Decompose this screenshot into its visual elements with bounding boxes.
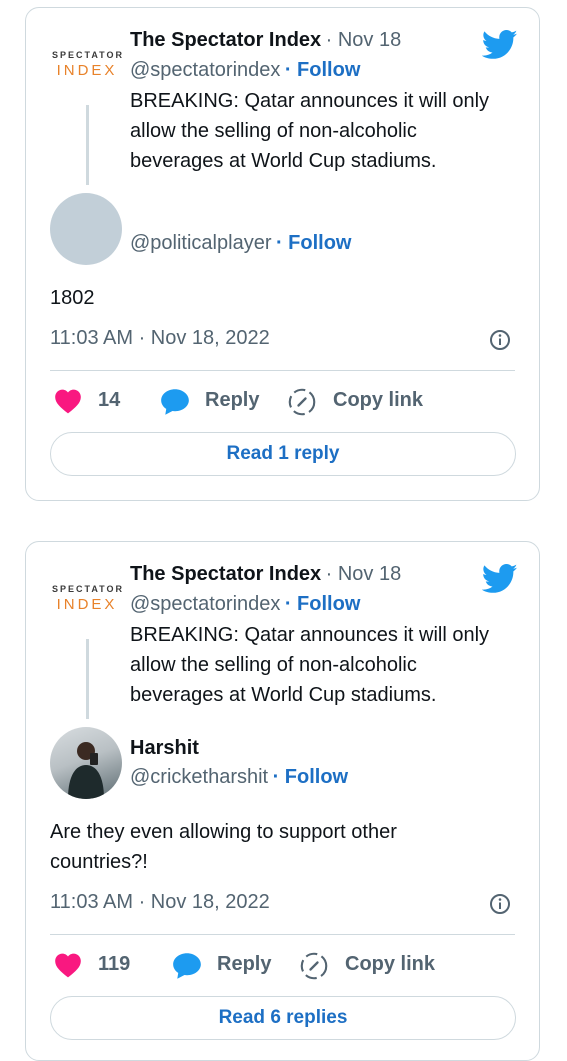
follow-button[interactable]: · Follow xyxy=(285,593,361,615)
logo-line-2: INDEX xyxy=(56,596,118,613)
parent-tweet-text: BREAKING: Qatar announces it will only a… xyxy=(130,620,489,710)
follow-button[interactable]: · Follow xyxy=(276,232,352,254)
link-icon[interactable] xyxy=(300,952,328,980)
tweet-embed-card: SPECTATOR INDEX The Spectator Index · No… xyxy=(25,7,540,501)
thread-line xyxy=(86,639,89,719)
text-line: BREAKING: Qatar announces it will only xyxy=(130,90,490,112)
timestamp[interactable]: 11:03 AM · Nov 18, 2022 xyxy=(50,327,270,350)
like-count[interactable]: 119 xyxy=(98,953,130,976)
reply-handle-row: @cricketharshit · Follow xyxy=(130,766,348,789)
text-line: BREAKING: Qatar announces it will only xyxy=(130,624,490,646)
reply-handle-row: @politicalplayer · Follow xyxy=(130,232,351,255)
avatar[interactable] xyxy=(50,193,122,265)
tweet-date[interactable]: · Nov 18 xyxy=(326,563,402,585)
text-line: Are they even allowing to support other xyxy=(50,821,397,843)
spectator-index-logo[interactable]: SPECTATOR INDEX xyxy=(52,584,122,613)
follow-button[interactable]: · Follow xyxy=(285,59,361,81)
logo-line-1: SPECTATOR xyxy=(52,50,125,60)
text-line: beverages at World Cup stadiums. xyxy=(130,684,437,706)
avatar[interactable] xyxy=(50,727,122,799)
divider xyxy=(50,934,515,935)
text-line: beverages at World Cup stadiums. xyxy=(130,150,437,172)
reply-tweet-text: 1802 xyxy=(50,283,95,313)
reply-button[interactable]: Reply xyxy=(217,953,271,976)
divider xyxy=(50,370,515,371)
reply-button[interactable]: Reply xyxy=(205,389,259,412)
copy-link-button[interactable]: Copy link xyxy=(333,389,423,412)
author-handle[interactable]: @spectatorindex xyxy=(130,593,280,615)
logo-line-2: INDEX xyxy=(56,62,118,79)
info-icon[interactable] xyxy=(489,329,511,351)
parent-handle-row: @spectatorindex · Follow xyxy=(130,59,360,82)
parent-header: The Spectator Index · Nov 18 xyxy=(130,29,401,52)
text-line: 1802 xyxy=(50,287,95,309)
heart-icon[interactable] xyxy=(54,388,82,414)
tweet-date[interactable]: · Nov 18 xyxy=(326,29,402,51)
text-line: allow the selling of non-alcoholic xyxy=(130,654,417,676)
author-handle[interactable]: @spectatorindex xyxy=(130,59,280,81)
thread-line xyxy=(86,105,89,185)
text-line: allow the selling of non-alcoholic xyxy=(130,120,417,142)
reply-author-handle[interactable]: @cricketharshit xyxy=(130,766,268,788)
read-replies-button[interactable]: Read 6 replies xyxy=(50,996,516,1040)
like-count[interactable]: 14 xyxy=(98,389,120,412)
spectator-index-logo[interactable]: SPECTATOR INDEX xyxy=(52,50,122,79)
parent-tweet-text: BREAKING: Qatar announces it will only a… xyxy=(130,86,489,176)
link-icon[interactable] xyxy=(288,388,316,416)
text-line: countries?! xyxy=(50,851,148,873)
read-replies-button[interactable]: Read 1 reply xyxy=(50,432,516,476)
logo-line-1: SPECTATOR xyxy=(52,584,125,594)
author-name[interactable]: The Spectator Index xyxy=(130,29,321,51)
tweet-embed-card: SPECTATOR INDEX The Spectator Index · No… xyxy=(25,541,540,1061)
reply-bubble-icon[interactable] xyxy=(172,952,202,980)
person-photo-icon xyxy=(68,742,104,799)
twitter-bird-icon[interactable] xyxy=(482,30,518,60)
author-name[interactable]: The Spectator Index xyxy=(130,563,321,585)
reply-author-name[interactable]: Harshit xyxy=(130,737,199,760)
timestamp[interactable]: 11:03 AM · Nov 18, 2022 xyxy=(50,891,270,914)
parent-handle-row: @spectatorindex · Follow xyxy=(130,593,360,616)
twitter-bird-icon[interactable] xyxy=(482,564,518,594)
reply-bubble-icon[interactable] xyxy=(160,388,190,416)
follow-button[interactable]: · Follow xyxy=(273,766,349,788)
parent-header: The Spectator Index · Nov 18 xyxy=(130,563,401,586)
copy-link-button[interactable]: Copy link xyxy=(345,953,435,976)
reply-author-handle[interactable]: @politicalplayer xyxy=(130,232,271,254)
reply-tweet-text: Are they even allowing to support other … xyxy=(50,817,397,877)
info-icon[interactable] xyxy=(489,893,511,915)
heart-icon[interactable] xyxy=(54,952,82,978)
